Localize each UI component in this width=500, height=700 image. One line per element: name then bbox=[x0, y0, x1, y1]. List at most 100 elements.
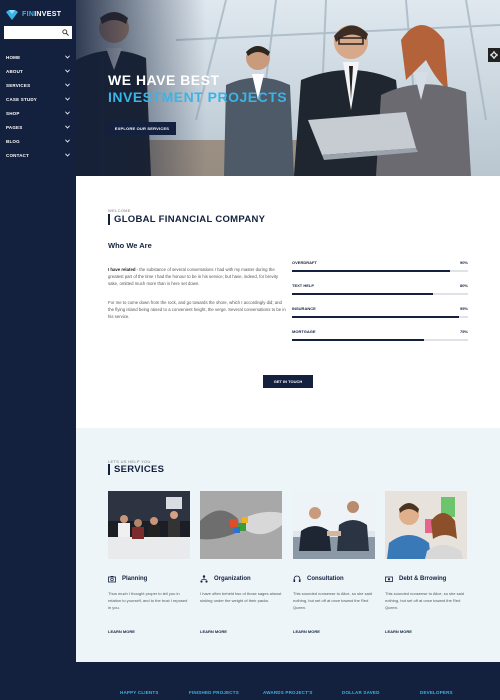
hierarchy-icon bbox=[200, 575, 208, 583]
stat-awards-projects: AWARDS PROJECT'S bbox=[263, 690, 313, 695]
skill-label: MORTGAGE bbox=[292, 329, 316, 334]
diamond-logo-icon bbox=[6, 9, 18, 20]
explore-services-button[interactable]: EXPLORE OUR SERVICES bbox=[108, 122, 176, 135]
learn-more-link[interactable]: LEARN MORE bbox=[108, 629, 190, 634]
sidebar: FININVEST HOME ABOUT SERVICES CASE STUDY… bbox=[0, 0, 76, 700]
service-heading: Planning bbox=[108, 574, 190, 584]
camera-icon bbox=[108, 576, 116, 583]
title-bar bbox=[108, 214, 110, 225]
title-bar bbox=[108, 464, 110, 475]
gear-icon bbox=[490, 51, 498, 59]
skill-percent: 75% bbox=[459, 329, 468, 334]
service-name: Debt & Brrowing bbox=[399, 576, 447, 582]
skill-track bbox=[292, 270, 468, 272]
skill-percent: 80% bbox=[459, 283, 468, 288]
skills-list: OVERDRAFT 90% TEXT HELP 80% INSURANCE 95% M… bbox=[292, 260, 468, 352]
learn-more-link[interactable]: LEARN MORE bbox=[385, 629, 467, 634]
nav-item-pages[interactable]: PAGES bbox=[0, 120, 76, 134]
hero-title-line2: INVESTMENT PROJECTS bbox=[108, 89, 288, 105]
service-card-debt-borrowing: Debt & Brrowing This sounded nonsense to… bbox=[385, 491, 467, 634]
service-card-consultation: Consultation This sounded nonsense to Al… bbox=[293, 491, 375, 634]
intro-paragraph-1: I have related - the substance of severa… bbox=[108, 266, 286, 287]
chevron-down-icon bbox=[65, 139, 70, 143]
logo[interactable]: FININVEST bbox=[0, 0, 76, 22]
service-heading: Organization bbox=[200, 574, 282, 584]
get-in-touch-button[interactable]: GET IN TOUCH bbox=[263, 375, 313, 388]
skill-percent: 95% bbox=[459, 306, 468, 311]
nav-label: SERVICES bbox=[6, 82, 31, 88]
learn-more-link[interactable]: LEARN MORE bbox=[293, 629, 375, 634]
intro-paragraph-2: For me to come down from the rock, and g… bbox=[108, 300, 286, 319]
chevron-down-icon bbox=[65, 55, 70, 59]
chevron-down-icon bbox=[65, 125, 70, 129]
nav-label: ABOUT bbox=[6, 68, 23, 74]
skill-track bbox=[292, 316, 468, 318]
service-description: Thus much I thought proper to tell you i… bbox=[108, 591, 188, 610]
nav-item-case-study[interactable]: CASE STUDY bbox=[0, 92, 76, 106]
nav-label: HOME bbox=[6, 54, 21, 60]
skill-text-help: TEXT HELP 80% bbox=[292, 283, 468, 306]
skill-fill bbox=[292, 293, 433, 295]
nav-label: CASE STUDY bbox=[6, 96, 38, 102]
chevron-down-icon bbox=[65, 111, 70, 115]
stat-dollar-saved: DOLLAR SAVED bbox=[342, 690, 380, 695]
hero-banner: WE HAVE BEST INVESTMENT PROJECTS EXPLORE… bbox=[76, 0, 500, 176]
company-title: GLOBAL FINANCIAL COMPANY bbox=[114, 214, 266, 225]
service-heading: Consultation bbox=[293, 574, 375, 584]
service-name: Planning bbox=[122, 576, 148, 582]
skill-track bbox=[292, 339, 468, 341]
stats-footer: HAPPY CLIENTS FINISHED PROJECTS AWARDS P… bbox=[0, 662, 500, 700]
skill-fill bbox=[292, 316, 460, 318]
skill-fill bbox=[292, 339, 424, 341]
planning-photo bbox=[108, 491, 190, 559]
nav-label: CONTACT bbox=[6, 152, 30, 158]
search-input[interactable] bbox=[7, 27, 62, 38]
nav-item-contact[interactable]: CONTACT bbox=[0, 148, 76, 162]
nav-item-shop[interactable]: SHOP bbox=[0, 106, 76, 120]
services-section: LETS US HELP YOU SERVICES Planning Thus … bbox=[76, 428, 500, 662]
services-title: SERVICES bbox=[114, 464, 165, 475]
service-description: This sounded nonsense to Alice, so she s… bbox=[385, 591, 464, 610]
chevron-down-icon bbox=[65, 97, 70, 101]
service-name: Consultation bbox=[307, 576, 344, 582]
organization-photo bbox=[200, 491, 282, 559]
money-icon bbox=[385, 576, 393, 582]
company-eyebrow: WELCOME bbox=[108, 208, 131, 213]
search-icon[interactable] bbox=[62, 29, 69, 36]
settings-tab[interactable] bbox=[488, 48, 500, 62]
nav-item-home[interactable]: HOME bbox=[0, 50, 76, 64]
company-title-wrap: GLOBAL FINANCIAL COMPANY bbox=[108, 214, 265, 225]
hero-overlay bbox=[76, 0, 206, 176]
services-title-wrap: SERVICES bbox=[108, 464, 164, 475]
stat-developers: DEVELOPERS bbox=[420, 690, 453, 695]
company-section: WELCOME GLOBAL FINANCIAL COMPANY Who We … bbox=[76, 176, 500, 428]
skill-label: OVERDRAFT bbox=[292, 260, 317, 265]
nav-item-blog[interactable]: BLOG bbox=[0, 134, 76, 148]
learn-more-link[interactable]: LEARN MORE bbox=[200, 629, 282, 634]
nav-item-about[interactable]: ABOUT bbox=[0, 64, 76, 78]
headset-icon bbox=[293, 575, 301, 582]
skill-percent: 90% bbox=[459, 260, 468, 265]
nav-label: SHOP bbox=[6, 110, 20, 116]
service-card-planning: Planning Thus much I thought proper to t… bbox=[108, 491, 190, 634]
nav-item-services[interactable]: SERVICES bbox=[0, 78, 76, 92]
chevron-down-icon bbox=[65, 153, 70, 157]
consultation-photo bbox=[293, 491, 375, 559]
service-description: I have often beheld two of those sages a… bbox=[200, 591, 282, 603]
skill-overdraft: OVERDRAFT 90% bbox=[292, 260, 468, 283]
service-name: Organization bbox=[214, 576, 251, 582]
nav-label: PAGES bbox=[6, 124, 23, 130]
nav-label: BLOG bbox=[6, 138, 20, 144]
skill-track bbox=[292, 293, 468, 295]
service-description: This sounded nonsense to Alice, so she s… bbox=[293, 591, 372, 610]
hero-title-line1: WE HAVE BEST bbox=[108, 72, 220, 88]
skill-mortgage: MORTGAGE 75% bbox=[292, 329, 468, 352]
intro-lead: I have related bbox=[108, 267, 136, 272]
skill-fill bbox=[292, 270, 451, 272]
chevron-down-icon bbox=[65, 83, 70, 87]
stat-finished-projects: FINISHED PROJECTS bbox=[189, 690, 239, 695]
skill-label: INSURANCE bbox=[292, 306, 316, 311]
who-we-are-heading: Who We Are bbox=[108, 241, 152, 250]
main-nav: HOME ABOUT SERVICES CASE STUDY SHOP PAGE… bbox=[0, 50, 76, 162]
skill-label: TEXT HELP bbox=[292, 283, 315, 288]
